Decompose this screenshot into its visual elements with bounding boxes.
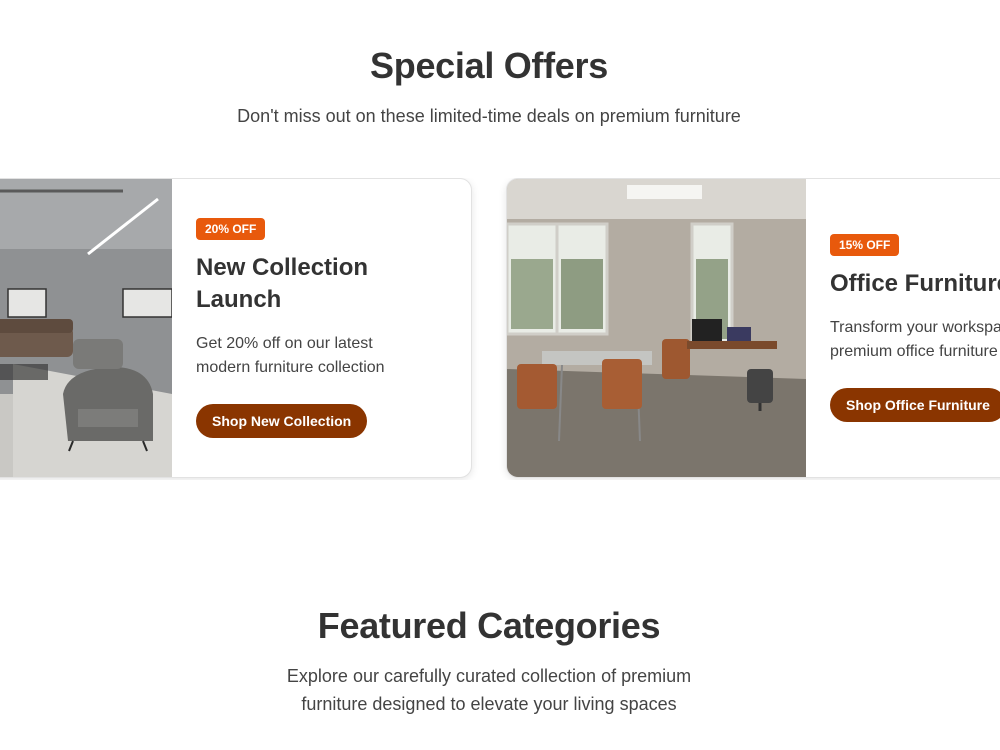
discount-badge: 20% OFF [196,218,266,240]
shop-office-furniture-button[interactable]: Shop Office Furniture [830,388,1000,422]
special-offers-title: Special Offers [370,45,608,86]
offer-title: Office Furniture [830,270,1000,297]
special-offers-subtitle: Don't miss out on these limited-time dea… [237,106,741,126]
offer-card-new-collection: 20% OFF New Collection Launch Get 20% of… [0,178,472,478]
offer-card-body: 20% OFF New Collection Launch Get 20% of… [172,179,450,477]
offer-card-body: 15% OFF Office Furniture Transform your … [806,179,1000,477]
offer-description: Get 20% off on our latest modern furnitu… [196,335,385,376]
discount-badge: 15% OFF [830,234,900,256]
offer-description: Transform your workspace with premium of… [830,319,1000,360]
offer-title: New Collection Launch [196,254,369,313]
offers-carousel: 20% OFF New Collection Launch Get 20% of… [0,178,1000,480]
office-room-image [507,179,806,477]
offer-card-office-furniture: 15% OFF Office Furniture Transform your … [506,178,1000,478]
featured-categories-subtitle: Explore our carefully curated collection… [286,666,692,714]
shop-new-collection-button[interactable]: Shop New Collection [196,404,368,438]
living-room-image [0,179,172,477]
featured-categories-title: Featured Categories [317,605,661,646]
